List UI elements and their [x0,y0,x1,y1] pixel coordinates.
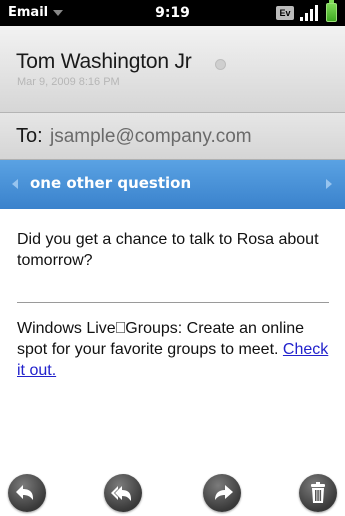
footer-text: Windows Live⎕Groups: Create an online sp… [17,320,305,358]
reply-button[interactable] [8,474,46,512]
recipient-address[interactable]: jsample@company.com [50,126,252,148]
subject-bar: one other question [0,160,345,209]
battery-icon [326,0,337,22]
reply-all-icon [111,486,131,501]
trash-icon [311,482,325,503]
next-message-icon[interactable] [326,179,332,189]
recipient-row[interactable]: To: jsample@company.com [0,113,345,160]
previous-message-icon[interactable] [12,179,18,189]
status-bar: Email 9:19 Ev [0,0,345,26]
presence-status-icon [215,59,226,70]
reply-all-button[interactable] [104,474,142,512]
forward-button[interactable] [203,474,241,512]
message-body: Did you get a chance to talk to Rosa abo… [17,231,319,269]
reply-icon [16,485,33,500]
forward-icon [215,485,233,500]
delete-button[interactable] [299,474,337,512]
to-label: To: [16,125,43,147]
message-subject: one other question [30,174,192,192]
divider [17,302,329,303]
message-footer: Windows Live⎕Groups: Create an online sp… [17,318,335,381]
sender-header[interactable]: Tom Washington Jr Mar 9, 2009 8:16 PM [0,26,345,113]
message-date: Mar 9, 2009 8:16 PM [17,76,120,88]
signal-strength-icon [300,5,322,21]
network-type-icon: Ev [276,6,294,20]
sender-name[interactable]: Tom Washington Jr [16,50,192,74]
